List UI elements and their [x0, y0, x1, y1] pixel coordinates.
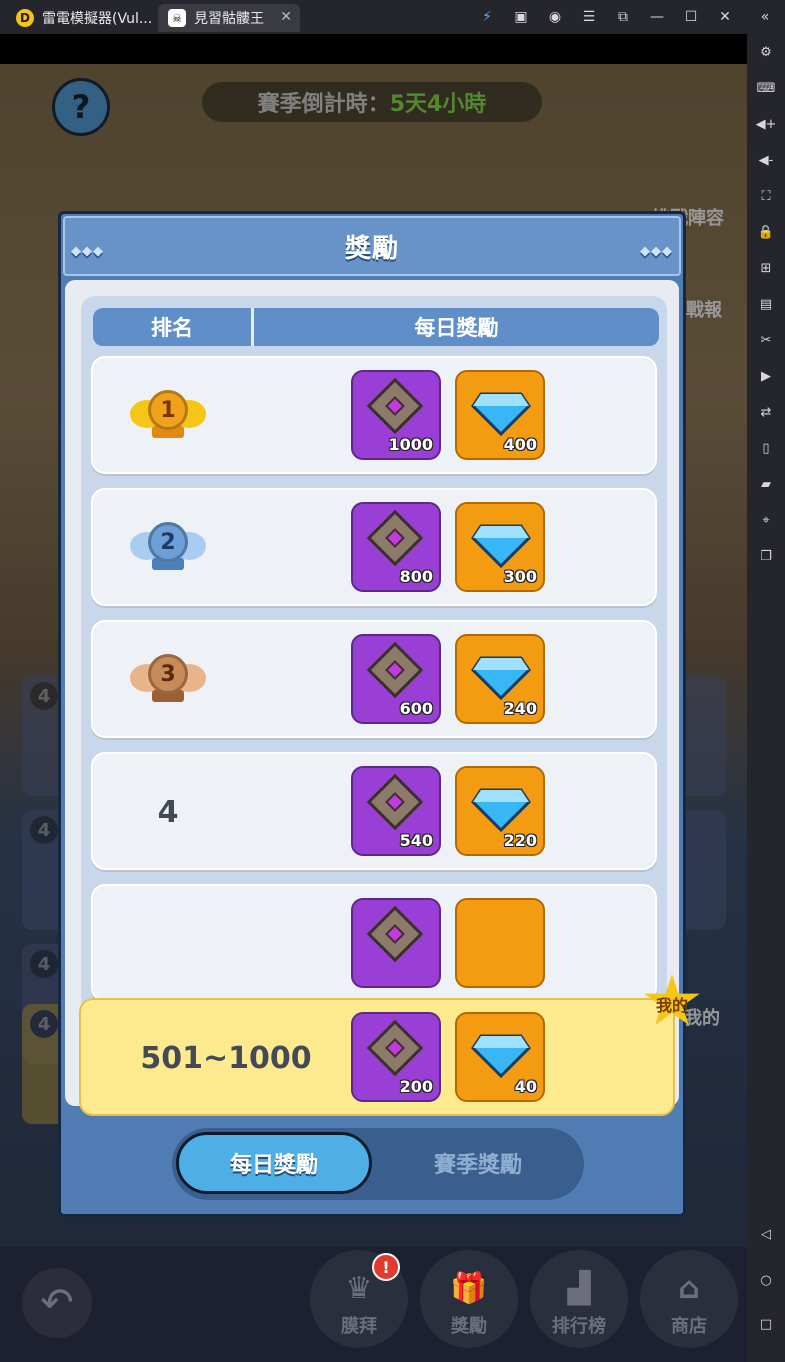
reward-row: 3 600 240 [91, 620, 657, 738]
diamond-reward-tile[interactable]: 400 [455, 370, 545, 460]
tab-game[interactable]: ☠ 見習骷髏王 ✕ [158, 4, 300, 32]
bronze-medal-icon: 3 [130, 650, 206, 710]
tab-emulator-label: 雷電模擬器(Vul... [42, 11, 153, 27]
tab-emulator[interactable]: D 雷電模擬器(Vul... [6, 4, 154, 32]
shop-icon: ⌂ [678, 1271, 700, 1306]
fullscreen-icon[interactable]: ⛶ [756, 186, 776, 206]
location-icon[interactable]: ⌖ [756, 510, 776, 530]
my-rank-value: 501~1000 [140, 1040, 312, 1076]
rank-number: 4 [157, 794, 179, 830]
home-nav-icon[interactable]: ○ [756, 1270, 776, 1290]
keyboard-icon[interactable]: ⌨ [756, 78, 776, 98]
reward-tabs: 每日獎勵 賽季獎勵 [172, 1128, 584, 1200]
multi-window-icon[interactable]: ⊞ [756, 258, 776, 278]
minimize-icon[interactable]: — [640, 0, 674, 34]
crown-icon: ♛ [345, 1271, 373, 1306]
diamond-reward-tile[interactable]: 220 [455, 766, 545, 856]
purple-gem-icon [366, 509, 424, 567]
recents-nav-icon[interactable]: □ [756, 1314, 776, 1334]
boost-icon[interactable]: ⚡ [470, 0, 504, 34]
diamond-icon [471, 392, 531, 436]
ldplayer-logo-icon: D [16, 9, 34, 27]
dialog-title: ◆◆◆ 獎勵 ◆◆◆ [63, 216, 681, 276]
volume-up-icon[interactable]: ◀+ [756, 114, 777, 134]
my-rank-row: 我的 501~1000 200 40 [79, 974, 700, 1116]
record-icon[interactable]: ▶ [756, 366, 776, 386]
diamond-icon [471, 524, 531, 568]
apk-icon[interactable]: ▤ [756, 294, 776, 314]
gem-reward-tile[interactable]: 540 [351, 766, 441, 856]
diamond-icon [471, 1034, 531, 1078]
silver-medal-icon: 2 [130, 518, 206, 578]
rank-medal-silver: 2 [113, 508, 223, 588]
purple-gem-icon [366, 1019, 424, 1077]
rank-medal-gold: 1 [113, 376, 223, 456]
reward-row: 4 540 220 [91, 752, 657, 870]
gem-reward-tile[interactable]: 800 [351, 502, 441, 592]
back-arrow-icon[interactable]: ↶ [22, 1268, 92, 1338]
reward-row: 1 1000 400 [91, 356, 657, 474]
purple-gem-icon [366, 905, 424, 963]
nav-rewards[interactable]: 🎁 獎勵 [420, 1250, 518, 1348]
gold-medal-icon: 1 [130, 386, 206, 446]
gem-reward-tile[interactable]: 1000 [351, 370, 441, 460]
diamond-reward-tile[interactable]: 40 [455, 1012, 545, 1102]
back-nav-icon[interactable]: ◁ [756, 1224, 776, 1244]
lock-icon[interactable]: 🔒 [756, 222, 776, 242]
tab-season-rewards[interactable]: 賽季獎勵 [378, 1132, 578, 1194]
rank-medal-bronze: 3 [113, 640, 223, 720]
settings-gear-icon[interactable]: ⚙ [756, 42, 776, 62]
close-tab-icon[interactable]: ✕ [280, 9, 292, 25]
window-titlebar: D 雷電模擬器(Vul... ☠ 見習骷髏王 ✕ ⚡ ▣ ◉ ☰ ⧉ — ☐ ✕… [0, 0, 785, 34]
nav-shop[interactable]: ⌂ 商店 [640, 1250, 738, 1348]
game-logo-icon: ☠ [168, 9, 186, 27]
purple-gem-icon [366, 773, 424, 831]
purple-gem-icon [366, 641, 424, 699]
diamond-reward-tile[interactable] [455, 898, 545, 988]
col-rank-header: 排名 [93, 308, 254, 346]
diamond-icon [471, 656, 531, 700]
alert-badge-icon: ! [372, 1253, 400, 1281]
title-decoration-icon: ◆◆◆ [71, 244, 104, 259]
folder-icon[interactable]: ▰ [756, 474, 776, 494]
chart-icon: ▟ [567, 1271, 591, 1306]
menu-icon[interactable]: ☰ [572, 0, 606, 34]
gem-reward-tile[interactable] [351, 898, 441, 988]
title-decoration-icon: ◆◆◆ [640, 244, 673, 259]
shake-icon[interactable]: ▯ [756, 438, 776, 458]
col-reward-header: 每日獎勵 [414, 316, 499, 340]
reward-row [91, 884, 657, 1002]
list-header: 排名 每日獎勵 [93, 308, 659, 346]
gift-icon: 🎁 [450, 1271, 488, 1306]
gem-reward-tile[interactable]: 600 [351, 634, 441, 724]
sync-icon[interactable]: ⇄ [756, 402, 776, 422]
diamond-reward-tile[interactable]: 240 [455, 634, 545, 724]
diamond-icon [471, 788, 531, 832]
nav-leaderboard[interactable]: ▟ 排行榜 [530, 1250, 628, 1348]
package-icon[interactable]: ▣ [504, 0, 538, 34]
status-strip [0, 34, 747, 64]
reward-dialog: ◆◆◆ 獎勵 ◆◆◆ 排名 每日獎勵 1 1000 400 2 800 300 … [58, 211, 700, 1217]
tab-game-label: 見習骷髏王 [194, 11, 264, 27]
emulator-sidebar: ⚙ ⌨ ◀+ ◀- ⛶ 🔒 ⊞ ▤ ✂ ▶ ⇄ ▯ ▰ ⌖ ❐ ◁ ○ □ [747, 34, 785, 1362]
close-window-icon[interactable]: ✕ [708, 0, 742, 34]
screen-icon[interactable]: ⧉ [606, 0, 640, 34]
maximize-icon[interactable]: ☐ [674, 0, 708, 34]
account-icon[interactable]: ◉ [538, 0, 572, 34]
purple-gem-icon [366, 377, 424, 435]
dialog-body: 排名 每日獎勵 1 1000 400 2 800 300 3 600 240 4… [65, 280, 700, 1156]
tab-daily-rewards[interactable]: 每日獎勵 [176, 1132, 372, 1194]
scissors-icon[interactable]: ✂ [756, 330, 776, 350]
my-badge-star-icon: 我的 [643, 974, 701, 1030]
reward-list[interactable]: 排名 每日獎勵 1 1000 400 2 800 300 3 600 240 4… [81, 296, 667, 1014]
gem-reward-tile[interactable]: 200 [351, 1012, 441, 1102]
reward-row: 2 800 300 [91, 488, 657, 606]
diamond-reward-tile[interactable]: 300 [455, 502, 545, 592]
volume-down-icon[interactable]: ◀- [756, 150, 776, 170]
collapse-sidebar-icon[interactable]: « [748, 0, 782, 34]
copy-icon[interactable]: ❐ [756, 546, 776, 566]
